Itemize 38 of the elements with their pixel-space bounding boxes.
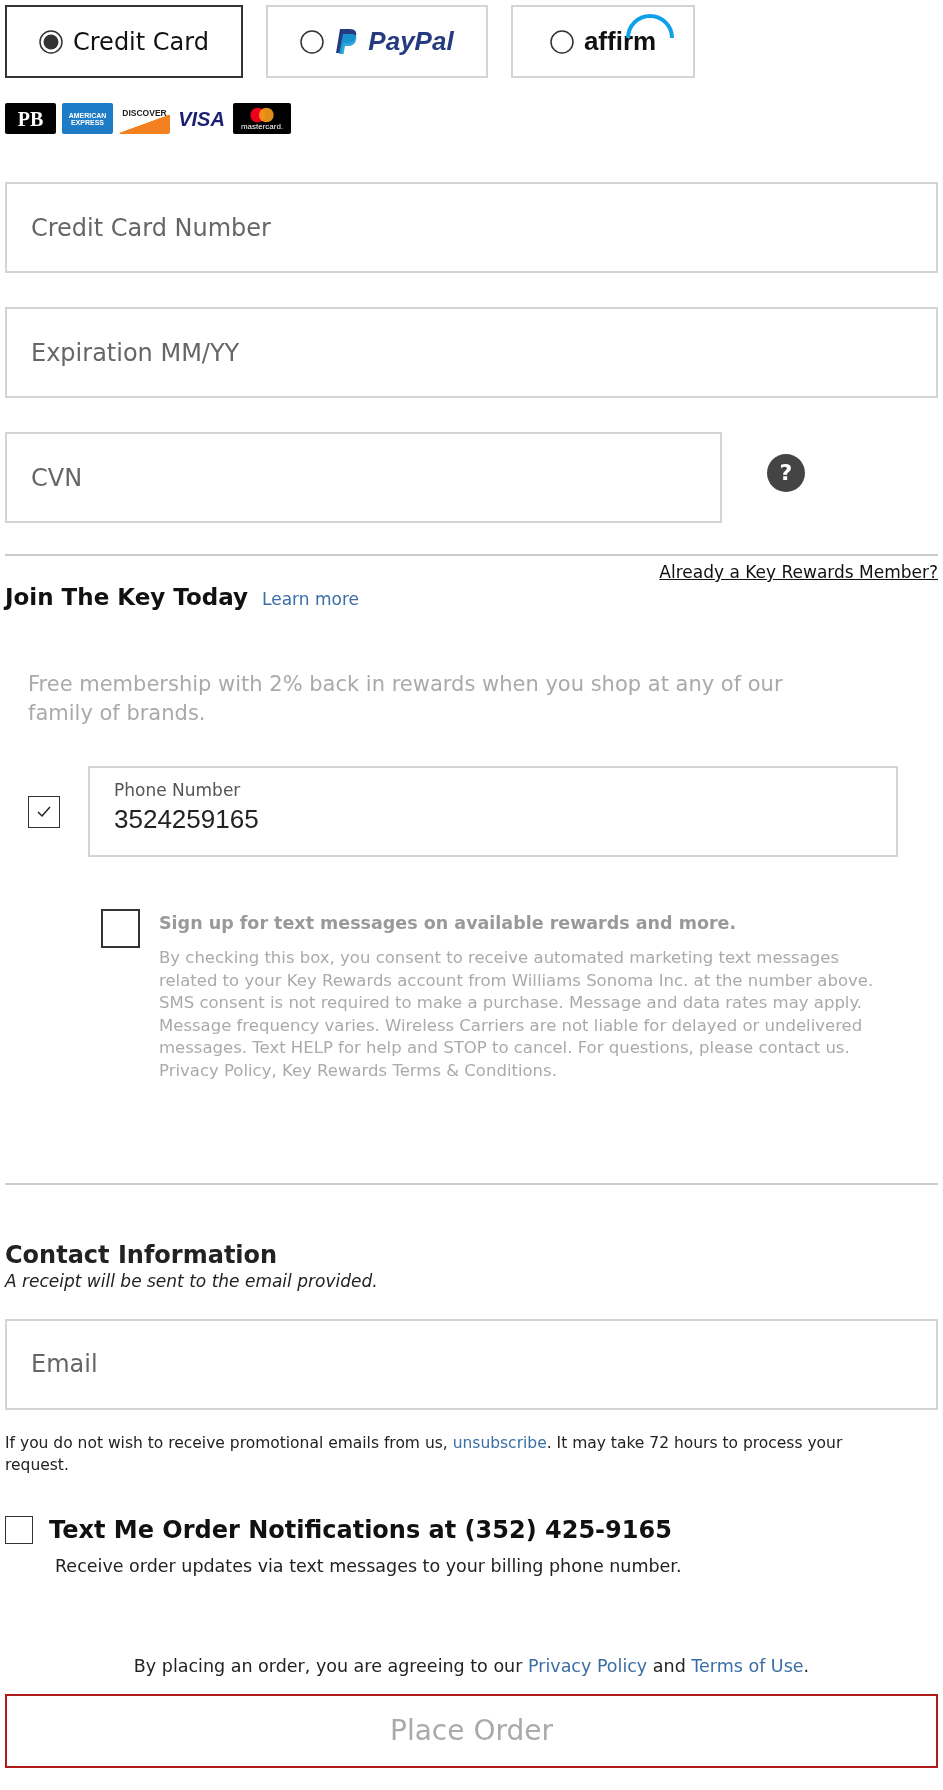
payment-option[interactable]: affirm (511, 5, 695, 78)
checkbox[interactable] (28, 795, 60, 828)
privacy-link[interactable]: Privacy Policy (527, 1655, 648, 1676)
subtitle: A receipt will be sent to the email provided. (5, 1270, 379, 1291)
learn-more-link[interactable]: Learn more (262, 589, 359, 609)
email-field[interactable]: Email (5, 1318, 938, 1410)
help-icon[interactable]: ? (767, 453, 805, 492)
field-value: 3524259165 (114, 804, 260, 835)
checkbox[interactable] (101, 909, 140, 948)
section-title: Contact Information (5, 1240, 279, 1269)
section-title: Join The Key Today (5, 584, 249, 610)
paypal-label: PayPal (368, 26, 454, 57)
radio-button[interactable] (39, 29, 63, 54)
checkbox-label: Sign up for text messages on available rewards and more. (159, 913, 738, 933)
description: Free membership with 2% back in rewards when you shop at any of our family of brands. (28, 671, 784, 727)
terms-link[interactable]: Terms of Use (691, 1655, 804, 1676)
payment-option[interactable]: Credit Card (5, 5, 243, 78)
radio-button[interactable] (549, 29, 574, 54)
affirm-label: affirm (583, 26, 657, 57)
card-logo: mastercard. (233, 103, 291, 134)
text-field[interactable]: Expiration MM/YY (5, 307, 938, 398)
field-label: Phone Number (114, 780, 242, 800)
radio-button[interactable] (300, 29, 325, 54)
text-field[interactable]: Credit Card Number (5, 182, 938, 273)
cvn-field[interactable]: CVN (5, 432, 722, 523)
description: Receive order updates via text messages to your billing phone number. (55, 1555, 683, 1576)
consent-text: By checking this box, you consent to receive automated marketing text messages related to your Key Rewards account from Williams Sonoma Inc. at the number above. SMS consent is not required to make a purchase. Message and data rates may apply. Message frequency varies. Wireless Carriers are not liable for delayed or undelivered messages. Text HELP for help and STOP to cancel. For questions, please contact us. Privacy Policy, Key Rewards Terms & Conditions. (159, 947, 875, 1082)
checkbox-label: Text Me Order Notifications at (352) 425-9165 (49, 1515, 672, 1544)
agreement-text: By placing an order, you are agreeing to our Privacy Policy and Terms of Use. (132, 1655, 811, 1676)
member-link[interactable]: Already a Key Rewards Member? (659, 562, 938, 582)
checkbox[interactable] (5, 1515, 33, 1544)
card-logo: VISA (177, 106, 226, 132)
phone-field[interactable]: Phone Number 3524259165 (88, 766, 898, 857)
notice-text: If you do not wish to receive promotional emails from us, unsubscribe. It may take 72 hours to process your request. (5, 1432, 844, 1476)
card-logo: PB (5, 103, 56, 134)
unsubscribe-link[interactable]: unsubscribe (452, 1433, 547, 1452)
payment-option[interactable]: PayPal (266, 5, 488, 78)
paypal-icon (334, 27, 359, 56)
